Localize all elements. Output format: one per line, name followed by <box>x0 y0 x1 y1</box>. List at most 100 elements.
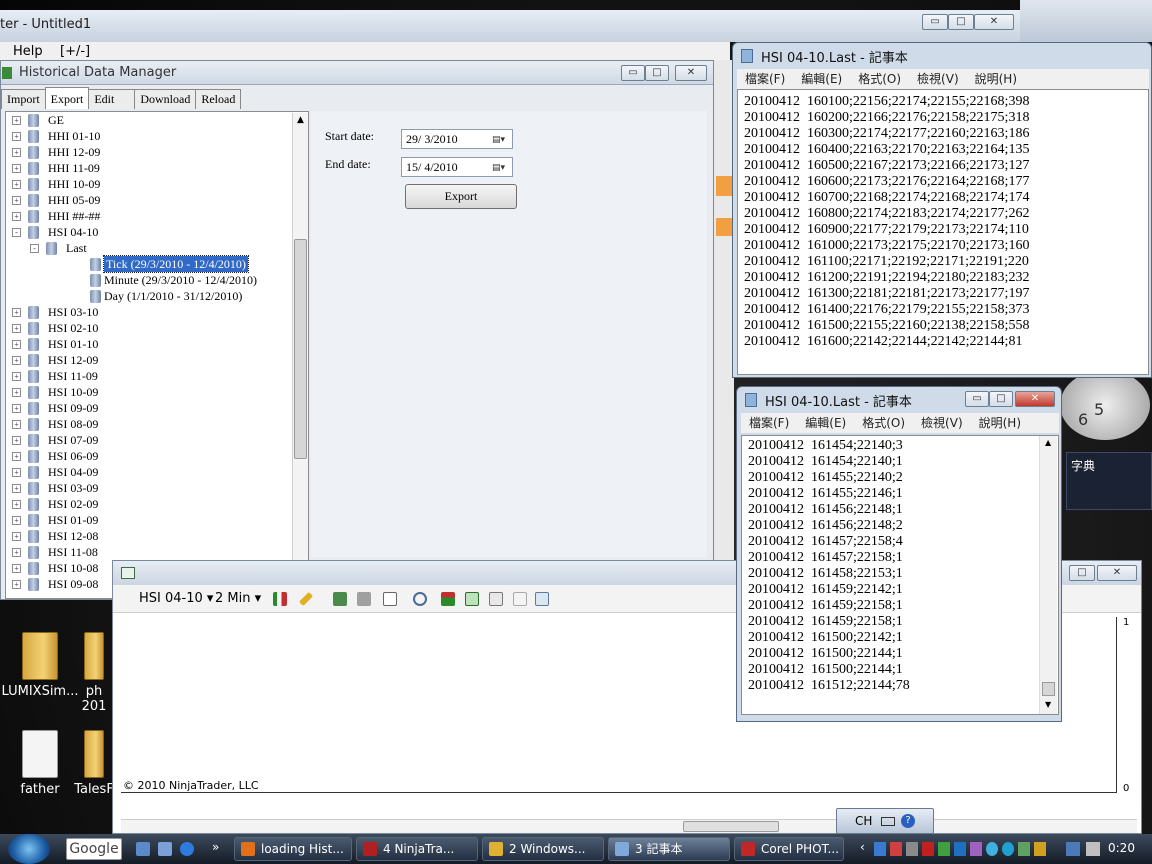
expand-icon[interactable]: + <box>12 532 21 541</box>
expand-icon[interactable]: + <box>12 324 21 333</box>
add-indicator-icon[interactable] <box>333 592 347 606</box>
tree-node[interactable]: + HSI 02-10 <box>6 320 308 336</box>
tree-node[interactable]: + GE <box>6 112 308 128</box>
maximize-button[interactable]: □ <box>989 391 1013 407</box>
taskbar-item-3[interactable]: 2 Windows... <box>482 837 604 861</box>
scroll-thumb[interactable] <box>683 821 779 832</box>
interval-selector[interactable]: 2 Min ▾ <box>215 585 261 613</box>
expand-icon[interactable]: + <box>12 388 21 397</box>
expand-icon[interactable]: + <box>12 132 21 141</box>
menu-expand[interactable]: [+/-] <box>60 44 90 59</box>
tray-icon[interactable] <box>1002 842 1014 856</box>
clock[interactable]: 0:20 <box>1108 841 1135 855</box>
data-box-icon[interactable] <box>465 592 479 606</box>
volume-icon[interactable] <box>1086 842 1100 856</box>
tree-node[interactable]: Day (1/1/2010 - 31/12/2010) <box>6 288 308 304</box>
tray-icon[interactable] <box>922 842 934 856</box>
close-button[interactable]: ✕ <box>1097 565 1137 581</box>
expand-icon[interactable]: + <box>12 164 21 173</box>
properties-icon[interactable] <box>535 592 549 606</box>
notepad-text-area[interactable]: 20100412 160100;22156;22174;22155;22168;… <box>737 89 1149 375</box>
start-button[interactable] <box>8 834 50 864</box>
tree-node[interactable]: + HHI 05-09 <box>6 192 308 208</box>
hdm-title-bar[interactable]: Historical Data Manager ▭ □ ✕ <box>1 61 713 85</box>
tray-icon[interactable] <box>1034 842 1046 856</box>
candlestick-icon[interactable] <box>273 592 287 606</box>
chart-horizontal-scrollbar[interactable] <box>121 819 1137 833</box>
tray-icon[interactable] <box>954 842 966 856</box>
expand-icon[interactable]: + <box>12 196 21 205</box>
menu-file[interactable]: 檔案(F) <box>741 413 797 433</box>
remove-indicator-icon[interactable] <box>357 592 371 606</box>
tree-node[interactable]: + HHI 10-09 <box>6 176 308 192</box>
bars-icon[interactable] <box>441 592 455 606</box>
tree-node[interactable]: Tick (29/3/2010 - 12/4/2010) <box>6 255 308 273</box>
menu-format[interactable]: 格式(O) <box>850 69 909 89</box>
tree-node[interactable]: Minute (29/3/2010 - 12/4/2010) <box>6 272 308 288</box>
menu-help[interactable]: 說明(H) <box>967 69 1025 89</box>
tree-node[interactable]: + HSI 04-09 <box>6 464 308 480</box>
scroll-thumb[interactable] <box>294 239 307 459</box>
tab-import[interactable]: Import <box>1 89 46 109</box>
tree-node[interactable]: + HSI 03-10 <box>6 304 308 320</box>
expand-icon[interactable]: + <box>12 148 21 157</box>
calendar-dropdown-icon[interactable]: ▤▾ <box>492 133 510 145</box>
scroll-thumb[interactable] <box>1042 682 1055 696</box>
expand-icon[interactable]: + <box>12 180 21 189</box>
expand-icon[interactable]: + <box>12 516 21 525</box>
quicklaunch-more-icon[interactable]: » <box>212 840 219 854</box>
tree-scrollbar[interactable]: ▲ <box>292 113 308 598</box>
minimize-button[interactable]: ▭ <box>922 14 948 30</box>
keyboard-icon[interactable] <box>881 817 895 826</box>
maximize-button[interactable]: □ <box>1069 565 1095 581</box>
notepad-scrollbar[interactable]: ▲ ▼ <box>1039 436 1057 714</box>
close-button[interactable]: ✕ <box>974 14 1014 30</box>
menu-edit[interactable]: 編輯(E) <box>793 69 850 89</box>
scroll-up-icon[interactable]: ▲ <box>1045 438 1051 447</box>
expand-icon[interactable]: + <box>12 580 21 589</box>
desktop-icon-father[interactable]: father <box>0 730 80 797</box>
zoom-icon[interactable] <box>413 592 427 606</box>
calendar-dropdown-icon[interactable]: ▤▾ <box>492 161 510 173</box>
tree-node[interactable]: + HSI 01-09 <box>6 512 308 528</box>
tree-node[interactable]: + HSI 11-08 <box>6 544 308 560</box>
expand-icon[interactable]: + <box>12 404 21 413</box>
instrument-selector[interactable]: HSI 04-10 ▾ <box>139 585 213 613</box>
expand-icon[interactable]: + <box>12 340 21 349</box>
tray-icon[interactable] <box>1018 842 1030 856</box>
tree-node[interactable]: + HSI 08-09 <box>6 416 308 432</box>
menu-view[interactable]: 檢視(V) <box>913 413 971 433</box>
collapse-icon[interactable]: - <box>12 228 21 237</box>
expand-icon[interactable]: + <box>12 356 21 365</box>
scroll-down-icon[interactable]: ▼ <box>1045 700 1051 709</box>
tray-icon[interactable] <box>874 842 886 856</box>
expand-icon[interactable]: + <box>12 548 21 557</box>
tab-download[interactable]: Download <box>134 89 197 109</box>
notepad-text-area[interactable]: 20100412 161454;22140;3 20100412 161454;2… <box>741 435 1059 715</box>
menu-format[interactable]: 格式(O) <box>854 413 913 433</box>
chart-style-icon[interactable] <box>489 592 503 606</box>
tray-icon[interactable] <box>938 842 950 856</box>
close-button[interactable]: ✕ <box>1015 391 1055 407</box>
minimize-button[interactable]: ▭ <box>621 65 645 81</box>
instrument-tree[interactable]: + GE + HHI 01-10 + HHI 12-09 + HHI 11-09 + HHI 10… <box>5 111 309 599</box>
menu-file[interactable]: 檔案(F) <box>737 69 793 89</box>
tray-icon[interactable] <box>906 842 918 856</box>
tree-node[interactable]: + HSI 03-09 <box>6 480 308 496</box>
language-bar[interactable]: CH ? <box>836 808 934 834</box>
tree-node[interactable]: + HSI 09-09 <box>6 400 308 416</box>
show-desktop-icon[interactable] <box>136 842 150 856</box>
tree-node[interactable]: + HSI 01-10 <box>6 336 308 352</box>
pencil-icon[interactable] <box>298 591 314 607</box>
desktop-icon-ph[interactable]: ph 201 <box>74 632 114 714</box>
export-button[interactable]: Export <box>405 184 517 209</box>
desktop-icon-tales[interactable]: TalesF <box>74 730 114 797</box>
menu-edit[interactable]: 編輯(E) <box>797 413 854 433</box>
tree-node[interactable]: + HSI 10-09 <box>6 384 308 400</box>
menu-help[interactable]: 說明(H) <box>971 413 1029 433</box>
end-date-picker[interactable]: 15/ 4/2010 ▤▾ <box>401 157 513 177</box>
taskbar-item-2[interactable]: 4 NinjaTra... <box>356 837 478 861</box>
network-icon[interactable] <box>1066 842 1080 856</box>
ninjatrader-title-bar[interactable]: ter - Untitled1 ▭ □ ✕ <box>0 10 1020 42</box>
search-box[interactable]: Google <box>66 838 122 860</box>
